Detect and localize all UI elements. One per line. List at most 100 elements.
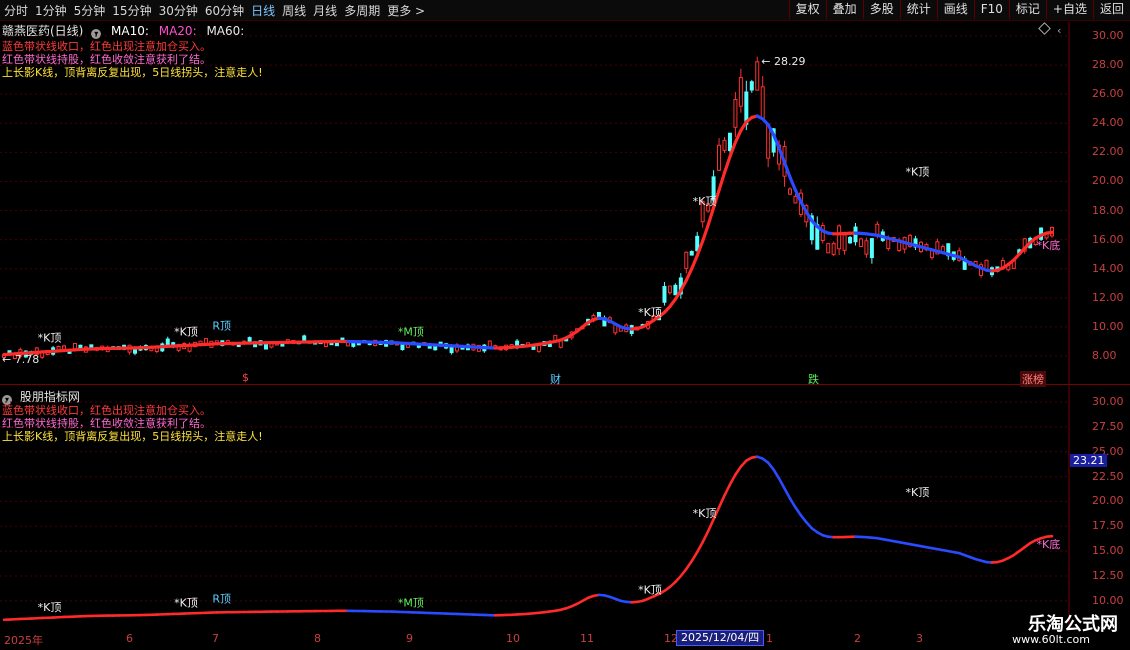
ma-segment [679,567,688,578]
price-tick: 26.00 [1092,87,1124,101]
period-tab[interactable]: 1分钟 [35,4,67,18]
date-tick: 11 [580,632,594,645]
main-chart[interactable]: ← 28.29 ← 7.78 *K顶 *K顶 R顶 *M顶 *K顶 *K顶 *K顶 *K底 *R底 [0,22,1070,384]
period-toolbar: 分时 1分钟 5分钟 15分钟 30分钟 60分钟 日线 周线 月线 多周期 更多 > 复权 叠加 多股… [0,0,1130,21]
date-tick: 3 [916,632,923,645]
toolbar-button[interactable]: 统计 [899,0,937,19]
ma-segment [788,175,798,192]
period-tab[interactable]: 15分钟 [112,4,151,18]
indicator-tick: 27.50 [1092,419,1124,433]
ma-segment [777,477,786,490]
period-tab[interactable]: 周线 [282,4,306,18]
candle-body [165,338,170,347]
signal-marker: *K顶 [174,597,198,610]
toolbar-button[interactable]: 返回 [1092,0,1130,19]
toolbar-button[interactable]: 复权 [788,0,826,19]
candle-body [831,243,836,255]
ma-segment [706,518,715,533]
cursor-date: 2025/12/04/四 [676,630,765,646]
current-value-badge: 23.21 [1070,454,1107,467]
ma-segment [701,223,710,243]
date-tick: 6 [126,632,133,645]
price-tick: 8.00 [1092,349,1117,362]
candle-body [738,77,743,107]
signal-marker: *K顶 [174,326,198,339]
toolbar-button[interactable]: 多股 [862,0,900,19]
ma-segment [690,254,699,271]
event-tag[interactable]: 财 [548,371,563,387]
period-tab[interactable]: 分时 [4,4,28,18]
price-tick: 20.00 [1092,174,1124,188]
period-tab[interactable]: 日线 [251,4,275,18]
ma-segment [794,506,803,517]
indicator-tick: 15.00 [1092,544,1124,558]
ma-segment [783,487,792,500]
url-watermark: www.60lt.com [1012,633,1090,646]
signal-marker: *K底 [1037,238,1061,252]
candle-body [733,99,738,128]
period-tab[interactable]: 5分钟 [74,4,106,18]
toolbar-button[interactable]: +自选 [1045,0,1093,19]
event-tag[interactable]: 跌 [806,371,821,387]
candle-body [837,225,842,250]
signal-marker: *K底 [1037,537,1061,551]
indicator-tick: 30.00 [1092,395,1124,408]
ma-segment [684,267,694,282]
ma-segment [717,171,727,192]
price-tick: 16.00 [1092,232,1124,246]
indicator-tick: 17.50 [1092,519,1124,533]
signal-marker: *K顶 [906,486,930,499]
signal-marker: *K顶 [906,165,930,178]
period-tab[interactable]: 60分钟 [205,4,244,18]
price-tick: 12.00 [1092,290,1124,304]
indicator-tick: 12.50 [1092,569,1124,582]
price-tick: 14.00 [1092,261,1124,275]
candle-body [864,240,869,255]
period-tabs: 分时 1分钟 5分钟 15分钟 30分钟 60分钟 日线 周线 月线 多周期 更多 > [4,2,432,19]
period-tab[interactable]: 月线 [313,4,337,18]
ma-segment [717,494,726,509]
toolbar-button[interactable]: 画线 [936,0,974,19]
date-tick: 7 [212,632,219,645]
signal-marker: *K顶 [638,583,662,596]
candle-body [858,238,863,248]
candle-body [727,132,732,152]
signal-marker: *K顶 [38,332,62,345]
date-tick: 2 [854,632,861,645]
high-label: ← 28.29 [761,55,805,68]
toolbar-button[interactable]: 叠加 [825,0,863,19]
candle-body [869,238,874,259]
candle-body [684,251,689,269]
signal-marker: R顶 [212,320,231,333]
date-tick: 10 [506,632,520,645]
event-tag[interactable]: 涨榜 [1020,371,1046,387]
event-tag[interactable]: $ [240,371,251,384]
ma-segment [733,128,743,144]
period-tab[interactable]: 多周期 [344,4,380,18]
date-tick: 2025年 [4,634,43,647]
period-tab[interactable]: 更多 > [387,4,425,18]
indicator-chart[interactable]: *K顶 *K顶 R顶 *M顶 *K顶 *K顶 *K顶 *K底 *R底 [0,386,1070,630]
candle-body [826,243,831,254]
signal-marker: *M顶 [398,597,424,610]
period-tab[interactable]: 30分钟 [159,4,198,18]
candle-body [673,284,678,296]
ma-segment [1044,230,1054,235]
panel-divider [0,384,1130,385]
price-tick: 24.00 [1092,116,1124,130]
candle-body [793,195,798,204]
ma-segment [722,155,732,175]
toolbar-button[interactable]: 标记 [1008,0,1046,19]
ma-segment [734,465,743,476]
signal-marker: *R底 [1058,386,1070,389]
toolbar-buttons: 复权 叠加 多股 统计 画线 F10 标记 +自选 返回 [788,0,1130,20]
candle-body [717,144,722,171]
signal-marker: R顶 [212,592,231,605]
price-tick: 18.00 [1092,203,1124,217]
ma-segment [766,461,775,471]
candle-body [755,61,760,91]
signal-marker: *K顶 [638,306,662,319]
candle-body [788,188,792,195]
toolbar-button[interactable]: F10 [973,0,1009,19]
date-axis: 2025年 6 7 8 9 10 11 12 1 2 3 [0,630,1070,650]
